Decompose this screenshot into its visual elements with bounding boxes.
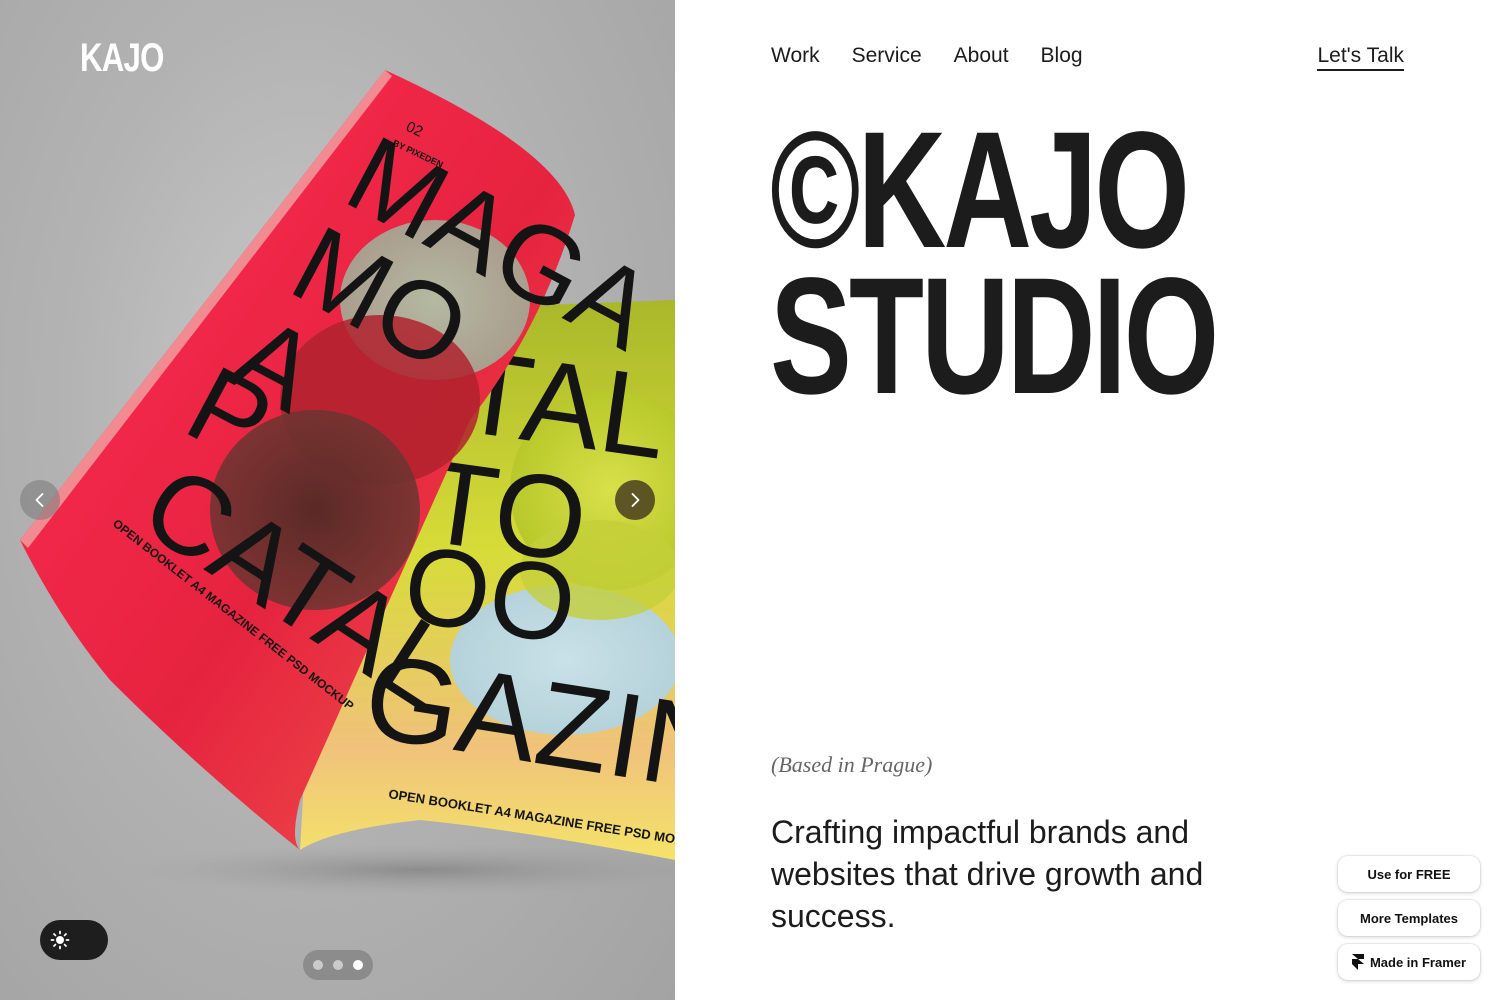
lets-talk-link[interactable]: Let's Talk (1317, 44, 1404, 71)
title-line-2: STUDIO (770, 244, 1219, 429)
made-in-framer-badge[interactable]: Made in Framer (1338, 944, 1480, 980)
tagline: Crafting impactful brands and websites t… (771, 814, 1204, 934)
use-for-free-button[interactable]: Use for FREE (1338, 856, 1480, 892)
main-nav: Work Service About Blog (771, 44, 1083, 68)
more-templates-label: More Templates (1359, 910, 1458, 926)
slide-dot-1[interactable] (313, 960, 323, 970)
slide-pagination (303, 950, 373, 980)
made-in-framer-label: Made in Framer (1369, 954, 1467, 970)
slide-prev-button[interactable] (20, 480, 60, 520)
use-for-free-label: Use for FREE (1367, 866, 1451, 882)
chevron-left-icon (35, 493, 44, 507)
nav-item-about[interactable]: About (954, 44, 1009, 68)
framer-logo-icon (1351, 954, 1364, 970)
magazine-mockup-image: TAL TO OO GAZIN OPEN BOOKLET A4 MAGAZINE… (20, 70, 675, 896)
slide-dot-3[interactable] (353, 960, 363, 970)
chevron-right-icon (631, 493, 640, 507)
slide-next-button[interactable] (615, 480, 655, 520)
site-logo[interactable]: KAJO (80, 36, 164, 81)
nav-item-service[interactable]: Service (852, 44, 922, 68)
more-templates-button[interactable]: More Templates (1338, 900, 1480, 936)
slide-dot-2[interactable] (333, 960, 343, 970)
location-label: (Based in Prague) (771, 752, 933, 777)
hero-slideshow: TAL TO OO GAZIN OPEN BOOKLET A4 MAGAZINE… (0, 0, 675, 1000)
sun-icon (50, 930, 70, 950)
page-title: ©KAJO STUDIO (770, 108, 1219, 420)
theme-toggle[interactable] (40, 920, 108, 960)
nav-item-work[interactable]: Work (771, 44, 820, 68)
nav-item-blog[interactable]: Blog (1041, 44, 1083, 68)
